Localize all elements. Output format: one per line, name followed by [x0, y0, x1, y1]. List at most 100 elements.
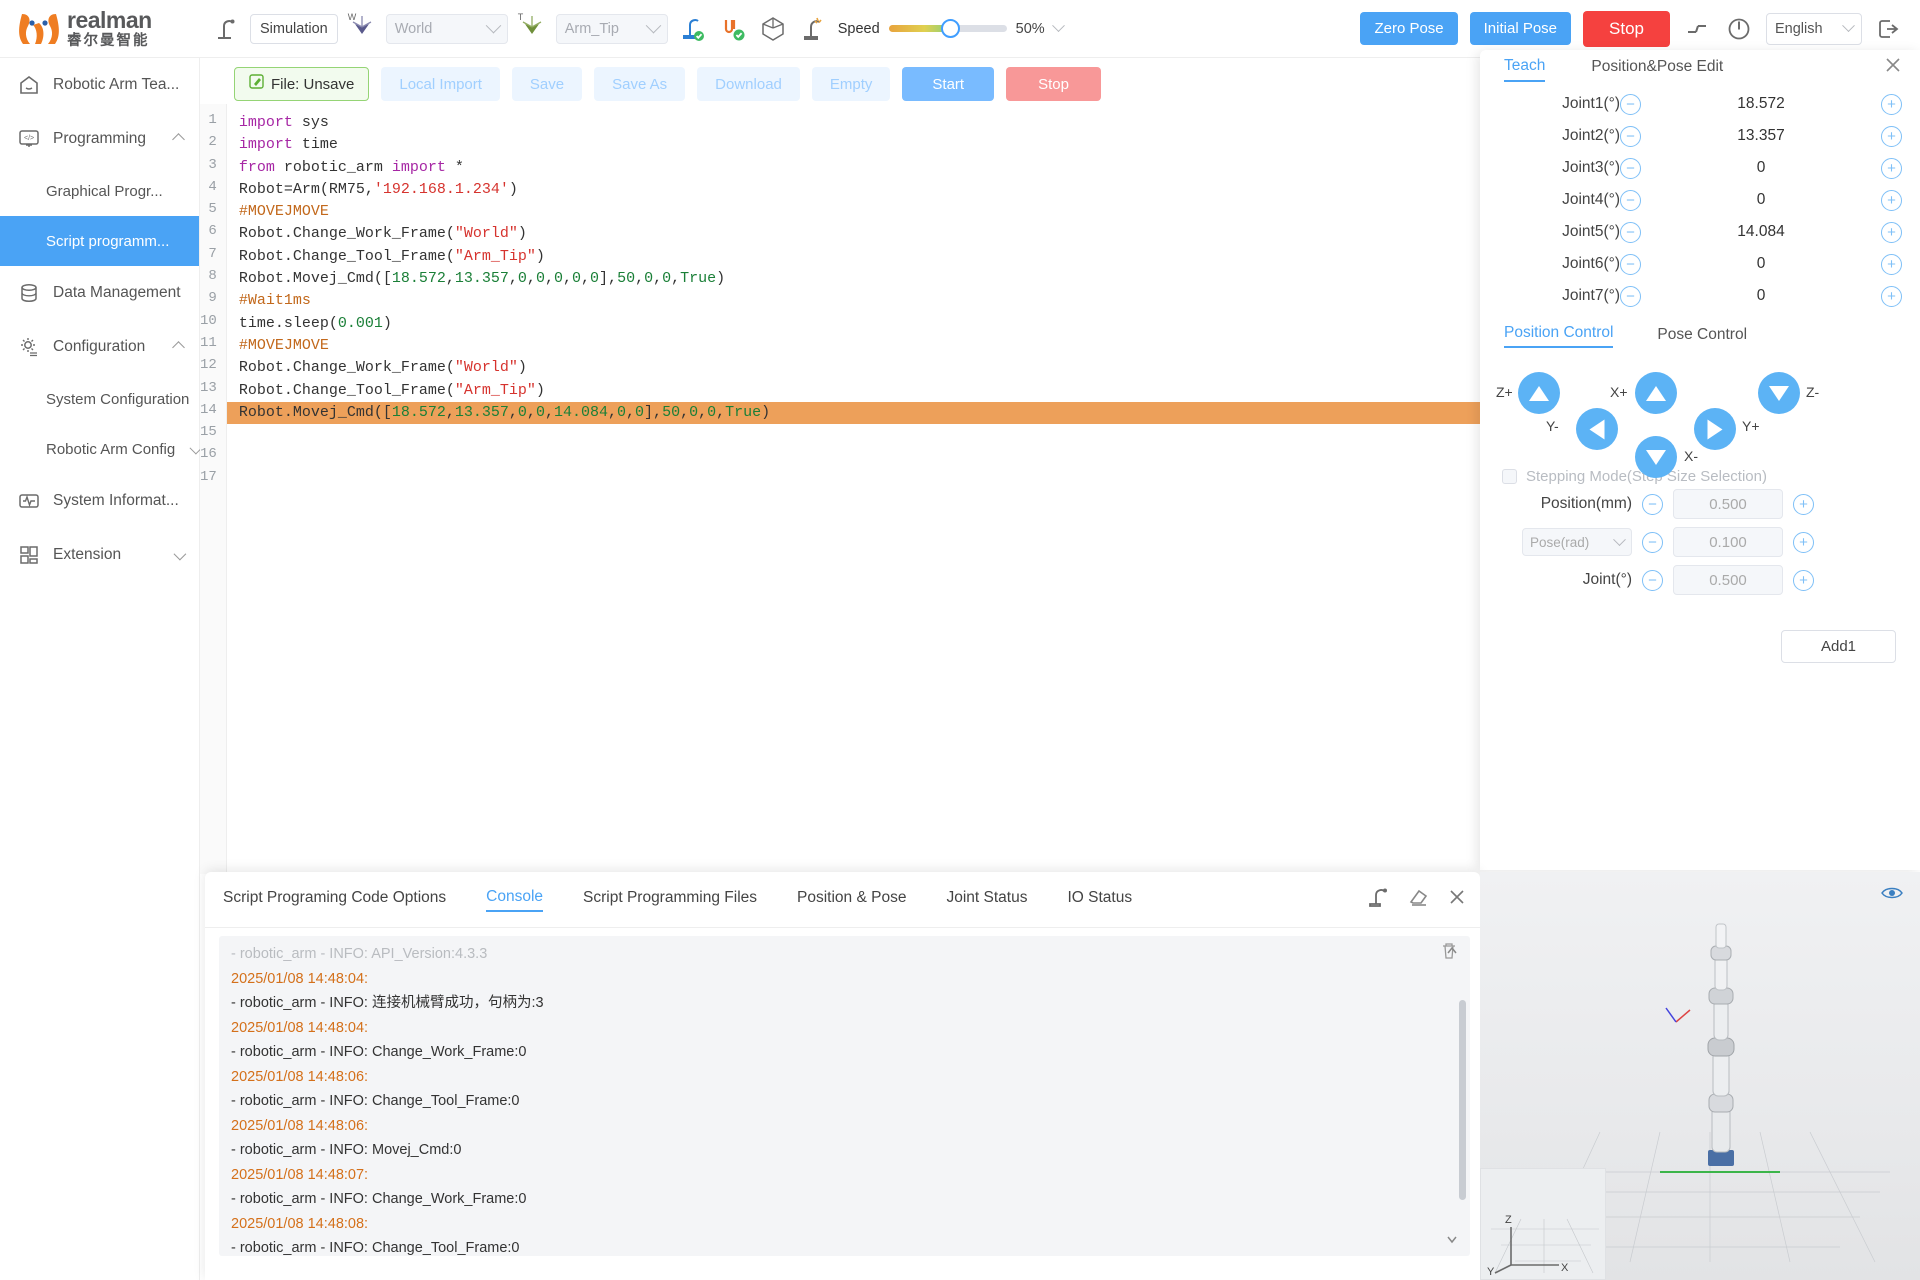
code-line[interactable] — [227, 424, 1507, 446]
teach-pendant-icon[interactable] — [210, 14, 240, 44]
console-log[interactable]: - robotic_arm - INFO: API_Version:4.3.3 2… — [219, 936, 1470, 1256]
cube-icon[interactable] — [758, 14, 788, 44]
step-joint-plus-button[interactable]: + — [1793, 569, 1814, 591]
code-editor[interactable]: 1 2 3 4 5 6 7 8 9 10 11 12 13 14 15 16 17 import sys impo… — [200, 104, 1507, 874]
step-position-input[interactable]: 0.500 — [1673, 489, 1783, 519]
code-line[interactable]: #MOVEJMOVE — [227, 201, 1507, 223]
sidebar-item-robotic-arm-teaching[interactable]: Robotic Arm Tea... — [0, 58, 199, 112]
sidebar-item-system-information[interactable]: System Informat... — [0, 474, 199, 528]
scroll-up-icon[interactable] — [1446, 944, 1458, 962]
console-tab[interactable]: Console — [486, 888, 544, 912]
jog-y-minus-button[interactable] — [1576, 408, 1618, 450]
simulation-mode-chip[interactable]: Simulation — [250, 13, 338, 44]
eye-visible-icon[interactable] — [1880, 882, 1904, 909]
local-import-button[interactable]: Local Import — [381, 67, 500, 101]
close-icon[interactable] — [1448, 888, 1466, 911]
joint-minus-button[interactable]: − — [1620, 189, 1641, 211]
empty-button[interactable]: Empty — [811, 67, 891, 101]
console-scrollbar[interactable] — [1459, 1000, 1466, 1200]
joint-minus-button[interactable]: − — [1620, 125, 1641, 147]
code-line[interactable]: Robot.Change_Tool_Frame("Arm_Tip") — [227, 246, 1507, 268]
start-button[interactable]: Start — [902, 67, 995, 101]
stepping-mode-row[interactable]: Stepping Mode(Step Size Selection) — [1480, 468, 1920, 485]
joint-minus-button[interactable]: − — [1620, 157, 1641, 179]
cable-connected-icon[interactable] — [718, 14, 748, 44]
tab-position-control[interactable]: Position Control — [1504, 324, 1614, 348]
step-pose-plus-button[interactable]: + — [1793, 531, 1814, 553]
joint-minus-button[interactable]: − — [1620, 285, 1641, 307]
code-line[interactable]: Robot.Change_Tool_Frame("Arm_Tip") — [227, 380, 1507, 402]
download-button[interactable]: Download — [697, 67, 800, 101]
code-line[interactable]: Robot.Movej_Cmd([18.572,13.357,0,0,0,0,0… — [227, 268, 1507, 290]
logout-icon[interactable] — [1874, 14, 1904, 44]
speed-control[interactable]: Speed 50% — [838, 19, 1065, 38]
code-line[interactable] — [227, 446, 1507, 468]
sidebar-item-system-configuration[interactable]: System Configuration — [0, 374, 199, 424]
console-tab[interactable]: Joint Status — [946, 889, 1027, 911]
joint-minus-button[interactable]: − — [1620, 93, 1641, 115]
joint-minus-button[interactable]: − — [1620, 221, 1641, 243]
code-content[interactable]: import sys import time from robotic_arm im… — [226, 104, 1507, 874]
sidebar-item-data-management[interactable]: Data Management — [0, 266, 199, 320]
step-joint-minus-button[interactable]: − — [1642, 569, 1663, 591]
code-line[interactable] — [227, 469, 1507, 491]
emergency-stop-button[interactable]: Stop — [1583, 10, 1670, 47]
sidebar-item-robotic-arm-config[interactable]: Robotic Arm Config. — [0, 424, 203, 474]
joint-plus-button[interactable]: + — [1881, 125, 1902, 147]
tab-position-pose-edit[interactable]: Position&Pose Edit — [1591, 58, 1723, 81]
tab-teach[interactable]: Teach — [1504, 57, 1546, 82]
initial-pose-button[interactable]: Initial Pose — [1469, 12, 1572, 45]
step-pose-select[interactable]: Pose(rad) — [1522, 528, 1632, 556]
code-line[interactable]: Robot.Change_Work_Frame("World") — [227, 357, 1507, 379]
code-line[interactable]: Robot=Arm(RM75,'192.168.1.234') — [227, 179, 1507, 201]
sidebar-item-programming[interactable]: </> Programming — [0, 112, 199, 166]
tab-pose-control[interactable]: Pose Control — [1657, 326, 1747, 348]
stepping-mode-checkbox[interactable] — [1502, 469, 1517, 484]
joint-plus-button[interactable]: + — [1881, 93, 1902, 115]
code-line[interactable]: time.sleep(0.001) — [227, 313, 1507, 335]
jog-x-minus-button[interactable] — [1635, 436, 1677, 478]
speed-slider[interactable] — [888, 19, 1007, 38]
step-position-minus-button[interactable]: − — [1642, 493, 1663, 515]
code-line[interactable]: #Wait1ms — [227, 290, 1507, 312]
sidebar-item-script-programming[interactable]: Script programm... — [0, 216, 199, 266]
work-frame-select[interactable]: World — [385, 13, 508, 44]
code-line[interactable]: Robot.Change_Work_Frame("World") — [227, 223, 1507, 245]
console-tab[interactable]: Script Programming Files — [583, 889, 757, 911]
console-tab[interactable]: Script Programing Code Options — [223, 889, 446, 911]
jog-z-plus-button[interactable] — [1518, 372, 1560, 414]
chevron-down-icon[interactable] — [1051, 19, 1065, 33]
run-script-icon[interactable] — [1366, 885, 1390, 914]
joint-plus-button[interactable]: + — [1881, 189, 1902, 211]
code-line[interactable]: #MOVEJMOVE — [227, 335, 1507, 357]
joint-plus-button[interactable]: + — [1881, 221, 1902, 243]
sidebar-item-configuration[interactable]: Configuration — [0, 320, 199, 374]
console-tab[interactable]: Position & Pose — [797, 889, 906, 911]
eraser-icon[interactable] — [1408, 886, 1430, 913]
jog-y-plus-button[interactable] — [1694, 408, 1736, 450]
tool-frame-select[interactable]: Arm_Tip — [555, 13, 668, 44]
step-pose-minus-button[interactable]: − — [1642, 531, 1663, 553]
joint-plus-button[interactable]: + — [1881, 285, 1902, 307]
jog-x-plus-button[interactable] — [1635, 372, 1677, 414]
arm-reset-icon[interactable] — [1682, 14, 1712, 44]
jog-z-minus-button[interactable] — [1758, 372, 1800, 414]
stop-script-button[interactable]: Stop — [1006, 67, 1101, 101]
save-button[interactable]: Save — [511, 67, 583, 101]
code-line-highlighted[interactable]: Robot.Movej_Cmd([18.572,13.357,0,0,14.08… — [226, 401, 1507, 425]
step-joint-input[interactable]: 0.500 — [1673, 565, 1783, 595]
power-icon[interactable] — [1724, 14, 1754, 44]
add1-button[interactable]: Add1 — [1781, 630, 1896, 663]
joint-plus-button[interactable]: + — [1881, 157, 1902, 179]
language-select[interactable]: English — [1766, 12, 1862, 45]
console-tab[interactable]: IO Status — [1067, 889, 1132, 911]
code-line[interactable]: import sys — [227, 112, 1507, 134]
file-status-chip[interactable]: File: Unsave — [234, 67, 370, 101]
code-line[interactable]: from robotic_arm import * — [227, 157, 1507, 179]
scroll-down-icon[interactable] — [1446, 1232, 1458, 1250]
sidebar-item-extension[interactable]: Extension — [0, 528, 199, 582]
save-as-button[interactable]: Save As — [594, 67, 686, 101]
arm-connected-icon[interactable] — [678, 14, 708, 44]
joint-plus-button[interactable]: + — [1881, 253, 1902, 275]
step-position-plus-button[interactable]: + — [1793, 493, 1814, 515]
